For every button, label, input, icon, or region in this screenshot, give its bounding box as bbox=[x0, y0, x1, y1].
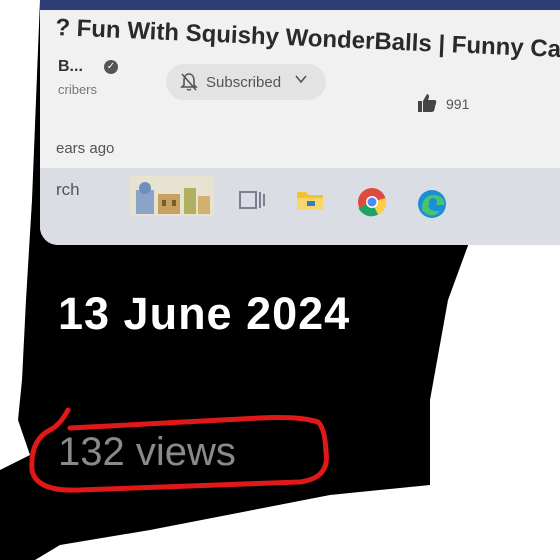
browser-top-bar bbox=[40, 0, 560, 10]
like-count: 991 bbox=[446, 96, 470, 112]
edge-icon[interactable] bbox=[416, 188, 448, 220]
subscriber-count: cribers bbox=[58, 82, 98, 97]
taskbar-search-text[interactable]: rch bbox=[56, 180, 80, 200]
channel-row: B... ✓ cribers Subscribed bbox=[58, 56, 560, 106]
photographed-screen: ? Fun With Squishy WonderBalls | Funny C… bbox=[40, 0, 560, 245]
windows-taskbar: rch bbox=[40, 168, 560, 245]
view-count: 132 views bbox=[58, 430, 236, 474]
thumbs-up-icon[interactable] bbox=[416, 92, 438, 114]
task-view-icon[interactable] bbox=[236, 184, 268, 216]
upload-date: 13 June 2024 bbox=[58, 288, 351, 339]
bell-icon bbox=[180, 73, 198, 91]
castle-thumbnail-icon[interactable] bbox=[130, 176, 214, 216]
file-explorer-icon[interactable] bbox=[294, 184, 326, 216]
subscribed-label: Subscribed bbox=[206, 74, 282, 91]
subscribed-button[interactable]: Subscribed bbox=[166, 64, 326, 100]
verified-icon: ✓ bbox=[104, 60, 118, 74]
channel-name[interactable]: B... bbox=[58, 58, 83, 76]
upload-age: ears ago bbox=[56, 140, 115, 157]
capture: ? Fun With Squishy WonderBalls | Funny C… bbox=[0, 0, 560, 560]
chrome-icon[interactable] bbox=[356, 186, 388, 218]
chevron-down-icon bbox=[295, 75, 307, 84]
